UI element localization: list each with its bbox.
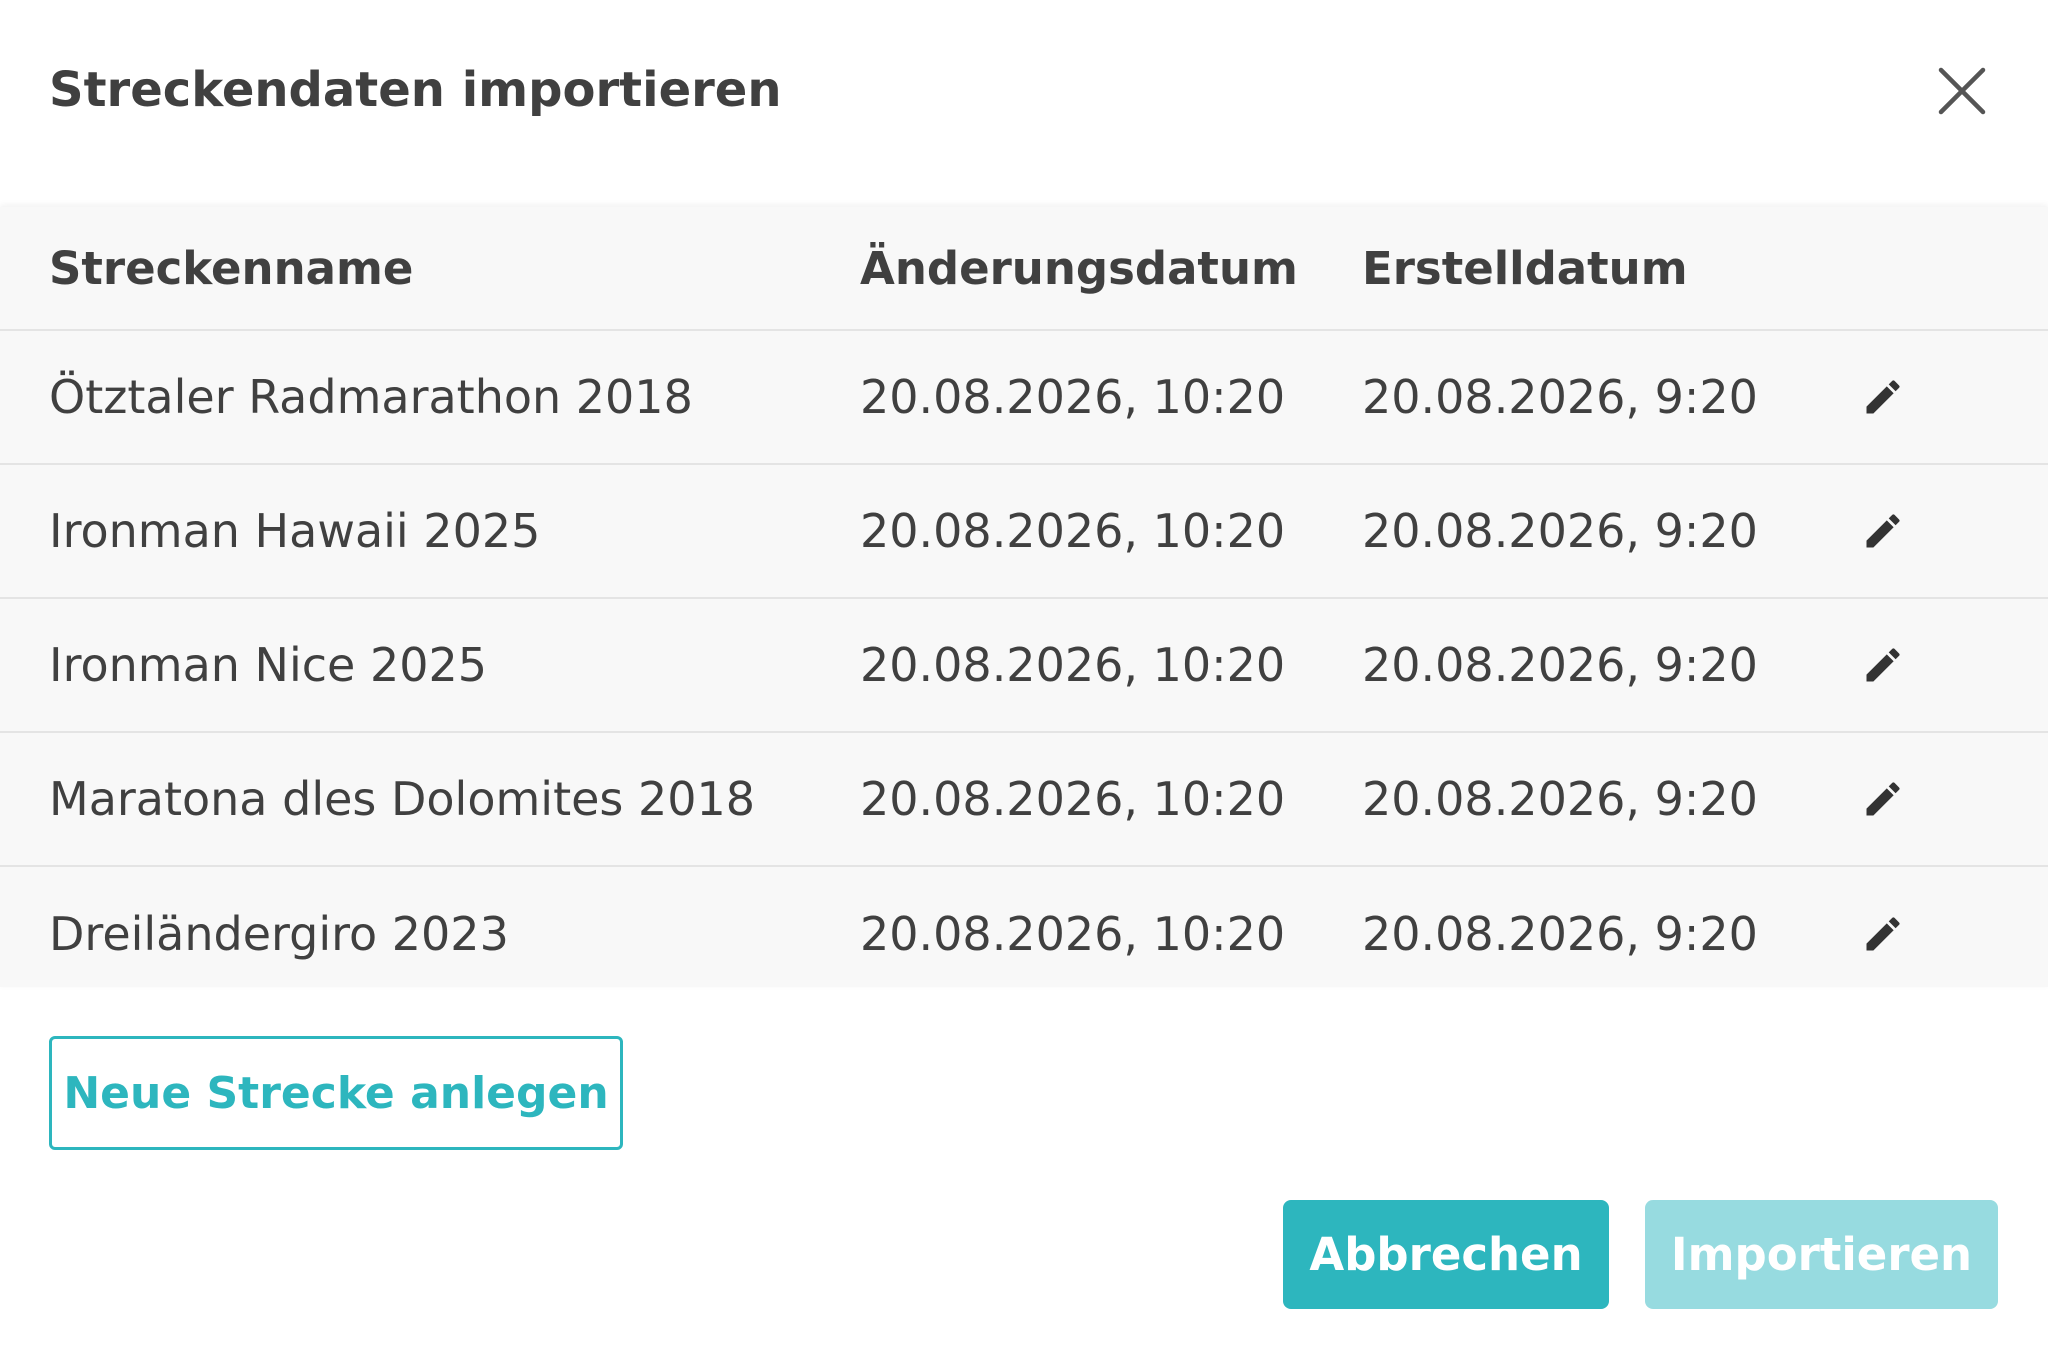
modified-date: 20.08.2026, 10:20 — [860, 907, 1286, 961]
pencil-icon — [1866, 514, 1900, 548]
table-row[interactable]: Ironman Hawaii 2025 20.08.2026, 10:20 20… — [0, 465, 2048, 599]
created-date: 20.08.2026, 9:20 — [1362, 504, 1758, 558]
import-route-dialog: Streckendaten importieren Streckenname Ä… — [0, 0, 2048, 1359]
route-name: Ötztaler Radmarathon 2018 — [49, 370, 693, 424]
table-row[interactable]: Dreiländergiro 2023 20.08.2026, 10:20 20… — [0, 867, 2048, 987]
table-row[interactable]: Maratona dles Dolomites 2018 20.08.2026,… — [0, 733, 2048, 867]
column-header-modified[interactable]: Änderungsdatum — [860, 207, 1298, 329]
cancel-button[interactable]: Abbrechen — [1283, 1200, 1609, 1309]
pencil-icon — [1866, 648, 1900, 682]
pencil-icon — [1866, 917, 1900, 951]
route-name: Dreiländergiro 2023 — [49, 907, 509, 961]
created-date: 20.08.2026, 9:20 — [1362, 370, 1758, 424]
route-name: Ironman Nice 2025 — [49, 638, 488, 692]
edit-route-button[interactable] — [1860, 465, 1906, 597]
close-button[interactable] — [1935, 64, 1989, 118]
pencil-icon — [1866, 380, 1900, 414]
table-row[interactable]: Ötztaler Radmarathon 2018 20.08.2026, 10… — [0, 331, 2048, 465]
import-button: Importieren — [1645, 1200, 1998, 1309]
new-route-button[interactable]: Neue Strecke anlegen — [49, 1036, 623, 1150]
edit-route-button[interactable] — [1860, 733, 1906, 865]
modified-date: 20.08.2026, 10:20 — [860, 772, 1286, 826]
table-header-row: Streckenname Änderungsdatum Erstelldatum — [0, 207, 2048, 331]
created-date: 20.08.2026, 9:20 — [1362, 907, 1758, 961]
route-name: Maratona dles Dolomites 2018 — [49, 772, 756, 826]
route-name: Ironman Hawaii 2025 — [49, 504, 541, 558]
modified-date: 20.08.2026, 10:20 — [860, 638, 1286, 692]
close-icon — [1938, 67, 1986, 115]
edit-route-button[interactable] — [1860, 331, 1906, 463]
dialog-title: Streckendaten importieren — [49, 62, 782, 118]
table-row[interactable]: Ironman Nice 2025 20.08.2026, 10:20 20.0… — [0, 599, 2048, 733]
pencil-icon — [1866, 782, 1900, 816]
dialog-header: Streckendaten importieren — [0, 0, 2048, 207]
edit-route-button[interactable] — [1860, 599, 1906, 731]
created-date: 20.08.2026, 9:20 — [1362, 638, 1758, 692]
modified-date: 20.08.2026, 10:20 — [860, 370, 1286, 424]
column-header-name[interactable]: Streckenname — [49, 207, 413, 329]
modified-date: 20.08.2026, 10:20 — [860, 504, 1286, 558]
column-header-created[interactable]: Erstelldatum — [1362, 207, 1688, 329]
routes-table: Streckenname Änderungsdatum Erstelldatum… — [0, 207, 2048, 987]
created-date: 20.08.2026, 9:20 — [1362, 772, 1758, 826]
edit-route-button[interactable] — [1860, 867, 1906, 987]
